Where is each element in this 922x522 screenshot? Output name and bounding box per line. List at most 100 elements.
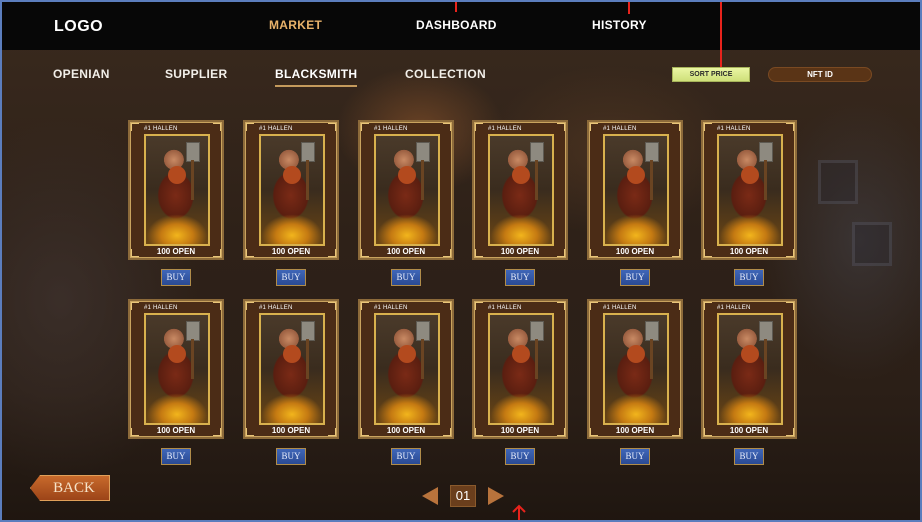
card-corner-ornament — [557, 302, 565, 310]
card-corner-ornament — [443, 123, 451, 131]
hammer-icon — [645, 142, 659, 162]
annotation-line — [628, 0, 630, 14]
hammer-icon — [416, 321, 430, 341]
back-button[interactable]: BACK — [30, 475, 110, 501]
nft-card[interactable]: #1 HALLEN 100 OPEN — [472, 120, 568, 260]
annotation-line — [720, 0, 722, 68]
hammer-handle — [191, 339, 194, 379]
buy-button[interactable]: BUY — [391, 448, 421, 465]
page-number: 01 — [450, 485, 476, 507]
card-corner-ornament — [590, 123, 598, 131]
nft-card[interactable]: #1 HALLEN 100 OPEN — [128, 120, 224, 260]
hammer-icon — [186, 142, 200, 162]
hammer-handle — [764, 160, 767, 200]
hammer-handle — [421, 339, 424, 379]
buy-button[interactable]: BUY — [276, 269, 306, 286]
triangle-left-icon[interactable] — [422, 487, 438, 505]
card-corner-ornament — [213, 123, 221, 131]
card-corner-ornament — [475, 123, 483, 131]
card-name: #1 HALLEN — [717, 126, 751, 132]
nft-card[interactable]: #1 HALLEN 100 OPEN — [701, 299, 797, 439]
card-corner-ornament — [704, 123, 712, 131]
card-corner-ornament — [443, 302, 451, 310]
card-name: #1 HALLEN — [603, 126, 637, 132]
dwarf-blacksmith-artwork — [374, 134, 440, 246]
nft-card[interactable]: #1 HALLEN 100 OPEN — [701, 120, 797, 260]
card-corner-ornament — [328, 123, 336, 131]
nft-card[interactable]: #1 HALLEN 100 OPEN — [472, 299, 568, 439]
hammer-icon — [416, 142, 430, 162]
nft-card[interactable]: #1 HALLEN 100 OPEN — [358, 299, 454, 439]
card-corner-ornament — [328, 302, 336, 310]
hammer-icon — [530, 321, 544, 341]
dwarf-blacksmith-artwork — [259, 134, 325, 246]
buy-button[interactable]: BUY — [161, 269, 191, 286]
card-corner-ornament — [557, 123, 565, 131]
nav-market[interactable]: MARKET — [269, 18, 322, 32]
card-name: #1 HALLEN — [259, 126, 293, 132]
buy-button[interactable]: BUY — [734, 448, 764, 465]
buy-button[interactable]: BUY — [620, 269, 650, 286]
hammer-icon — [759, 321, 773, 341]
beard-shape — [398, 345, 416, 363]
hammer-icon — [301, 321, 315, 341]
category-openian[interactable]: OPENIAN — [53, 67, 110, 81]
buy-button[interactable]: BUY — [391, 269, 421, 286]
card-name: #1 HALLEN — [488, 305, 522, 311]
hammer-icon — [530, 142, 544, 162]
triangle-right-icon[interactable] — [488, 487, 504, 505]
beard-shape — [512, 345, 530, 363]
category-collection[interactable]: COLLECTION — [405, 67, 486, 81]
card-name: #1 HALLEN — [259, 305, 293, 311]
card-name: #1 HALLEN — [144, 305, 178, 311]
dwarf-blacksmith-artwork — [374, 313, 440, 425]
card-name: #1 HALLEN — [717, 305, 751, 311]
buy-button[interactable]: BUY — [734, 269, 764, 286]
card-price: 100 OPEN — [386, 426, 426, 435]
hammer-icon — [186, 321, 200, 341]
beard-shape — [512, 166, 530, 184]
hammer-icon — [301, 142, 315, 162]
card-corner-ornament — [704, 302, 712, 310]
beard-shape — [627, 166, 645, 184]
card-corner-ornament — [246, 123, 254, 131]
nft-card[interactable]: #1 HALLEN 100 OPEN — [587, 299, 683, 439]
logo[interactable]: LOGO — [54, 18, 103, 36]
nft-card[interactable]: #1 HALLEN 100 OPEN — [243, 120, 339, 260]
nav-history[interactable]: HISTORY — [592, 18, 647, 32]
buy-button[interactable]: BUY — [161, 448, 191, 465]
dwarf-blacksmith-artwork — [603, 313, 669, 425]
buy-button[interactable]: BUY — [505, 269, 535, 286]
nft-card[interactable]: #1 HALLEN 100 OPEN — [128, 299, 224, 439]
buy-button[interactable]: BUY — [276, 448, 306, 465]
beard-shape — [627, 345, 645, 363]
nav-dashboard[interactable]: DASHBOARD — [416, 18, 497, 32]
nft-card[interactable]: #1 HALLEN 100 OPEN — [587, 120, 683, 260]
card-corner-ornament — [361, 123, 369, 131]
hammer-handle — [535, 160, 538, 200]
nft-card[interactable]: #1 HALLEN 100 OPEN — [358, 120, 454, 260]
nft-id-button[interactable]: NFT ID — [768, 67, 872, 82]
card-corner-ornament — [475, 302, 483, 310]
card-corner-ornament — [672, 302, 680, 310]
buy-button[interactable]: BUY — [620, 448, 650, 465]
beard-shape — [168, 345, 186, 363]
category-blacksmith[interactable]: BLACKSMITH — [275, 67, 358, 87]
sort-price-button[interactable]: SORT PRICE — [672, 67, 750, 82]
hammer-handle — [650, 339, 653, 379]
category-supplier[interactable]: SUPPLIER — [165, 67, 227, 81]
buy-button[interactable]: BUY — [505, 448, 535, 465]
card-price: 100 OPEN — [615, 247, 655, 256]
card-corner-ornament — [131, 123, 139, 131]
card-price: 100 OPEN — [156, 247, 196, 256]
dwarf-blacksmith-artwork — [488, 134, 554, 246]
hammer-handle — [421, 160, 424, 200]
card-corner-ornament — [786, 302, 794, 310]
nft-card[interactable]: #1 HALLEN 100 OPEN — [243, 299, 339, 439]
beard-shape — [283, 166, 301, 184]
background-window — [818, 160, 858, 204]
card-price: 100 OPEN — [615, 426, 655, 435]
hammer-icon — [759, 142, 773, 162]
annotation-arrow-up-icon — [512, 504, 526, 522]
dwarf-blacksmith-artwork — [717, 313, 783, 425]
